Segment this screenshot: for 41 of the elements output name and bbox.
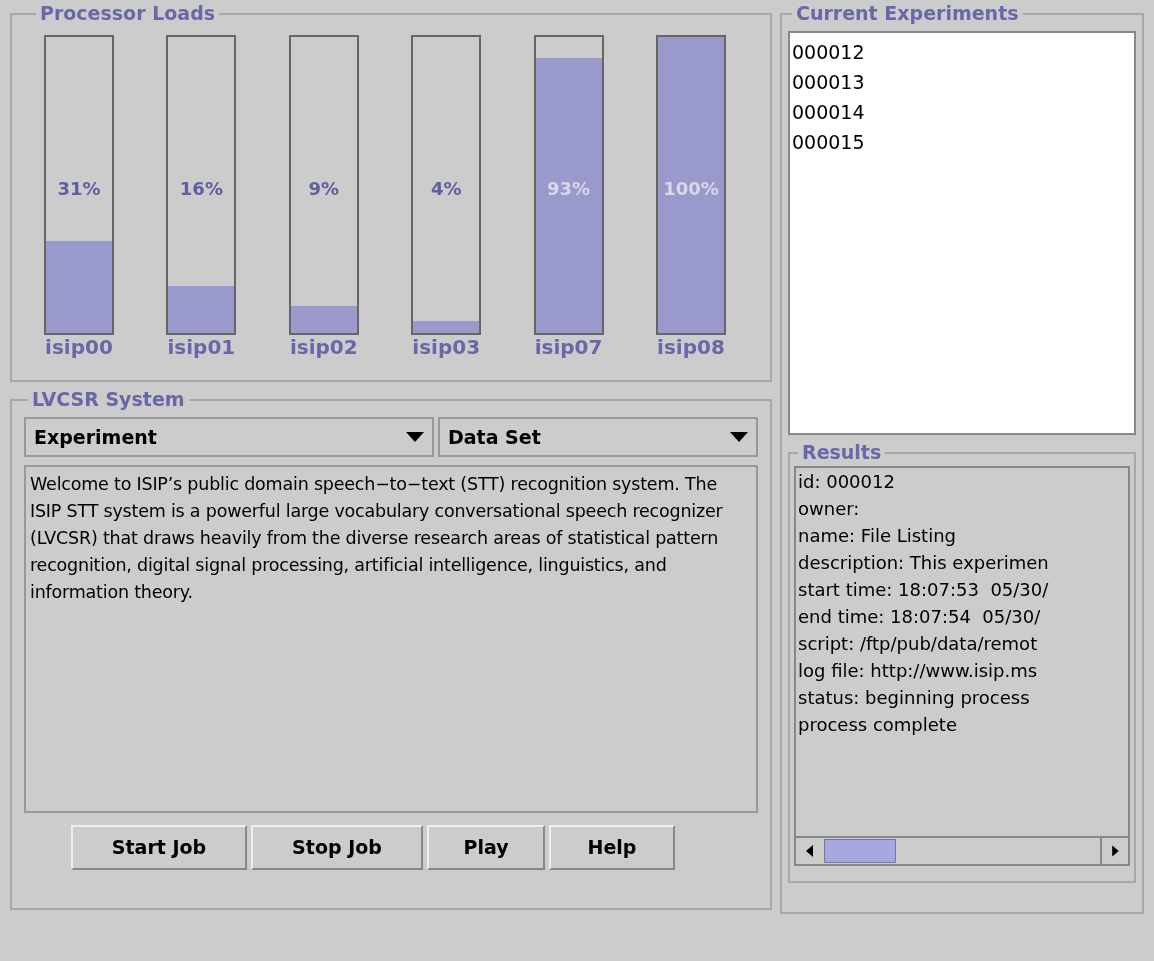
action-button[interactable]: Play <box>427 825 545 870</box>
result-line: status: beginning process <box>798 686 1031 710</box>
load-percentage: 93% <box>546 177 592 201</box>
experiment-item[interactable]: 000012 <box>792 37 1132 67</box>
processor-name: isip02 <box>289 337 358 357</box>
dropdown[interactable]: Experiment <box>24 417 434 457</box>
load-percentage: 16% <box>178 177 224 201</box>
panel-title: LVCSR System <box>31 390 186 409</box>
result-line: name: File Listing <box>798 524 957 548</box>
result-line: owner: <box>798 497 861 521</box>
processor-name: isip08 <box>657 337 725 357</box>
processor-name: isip07 <box>534 337 603 357</box>
scroll-thumb[interactable] <box>824 839 896 863</box>
result-line: end time: 18:07:54 05/30/ <box>798 605 1042 629</box>
processor-name: isip03 <box>412 337 481 357</box>
caret-icon <box>730 432 748 442</box>
load-percentage: 4% <box>429 177 463 201</box>
action-button[interactable]: Help <box>549 825 675 870</box>
caret-icon <box>406 432 424 442</box>
processor-name: isip01 <box>167 337 236 357</box>
horizontal-scrollbar[interactable] <box>796 836 1128 864</box>
processor-name: isip00 <box>45 337 113 357</box>
result-line: script: /ftp/pub/data/remot <box>798 632 1039 656</box>
panel-title: Current Experiments <box>795 4 1020 23</box>
action-button[interactable]: Start Job <box>71 825 247 870</box>
result-line: id: 000012 <box>798 470 896 494</box>
panel-title: Processor Loads <box>39 4 217 23</box>
panel-title: Results <box>801 443 883 462</box>
dropdown[interactable]: Data Set <box>438 417 758 457</box>
result-line: description: This experimen <box>798 551 1050 575</box>
action-button[interactable]: Stop Job <box>251 825 423 870</box>
load-percentage: 100% <box>662 177 720 201</box>
result-line: start time: 18:07:53 05/30/ <box>798 578 1050 602</box>
experiment-item[interactable]: 000015 <box>792 127 1132 157</box>
load-percentage: 9% <box>307 177 341 201</box>
load-percentage: 31% <box>56 177 102 201</box>
result-line: log file: http://www.isip.ms <box>798 659 1039 683</box>
result-line: process complete <box>798 713 958 737</box>
experiment-item[interactable]: 000013 <box>792 67 1132 97</box>
experiment-item[interactable]: 000014 <box>792 97 1132 127</box>
description-text: Welcome to ISIP’s public domain speech−to−text (STT) recognition system. The ISIP STT system is a powerful large vocabulary conversational speech recognizer (LVCSR) that draws heavily from the diverse research areas of statistical pattern recognition, digital signal processing, artificial intelligence, linguistics, and information theory. <box>30 473 724 604</box>
